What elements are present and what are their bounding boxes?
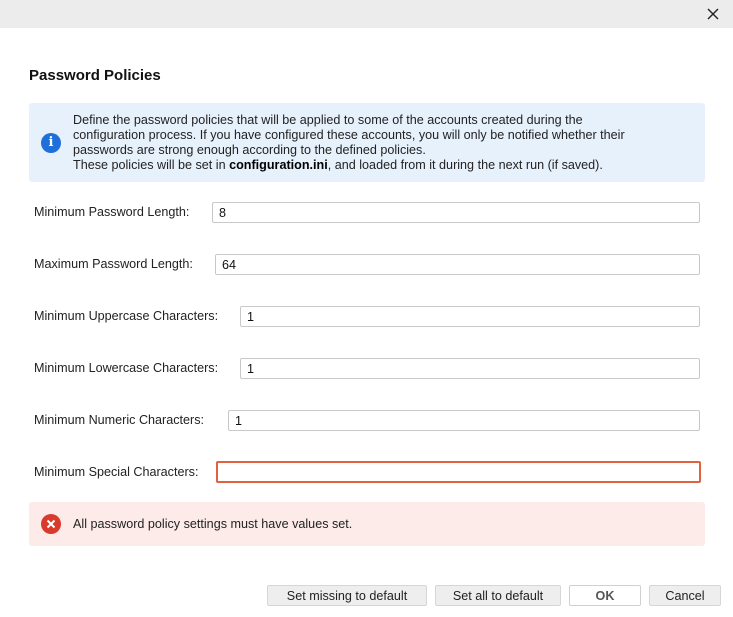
error-message: All password policy settings must have v… bbox=[73, 517, 353, 531]
min-special-label: Minimum Special Characters: bbox=[34, 465, 199, 479]
info-banner: i Define the password policies that will… bbox=[29, 103, 705, 182]
min-length-input[interactable] bbox=[212, 202, 700, 223]
close-icon bbox=[707, 8, 719, 20]
min-lowercase-label: Minimum Lowercase Characters: bbox=[34, 361, 219, 375]
ok-button[interactable]: OK bbox=[569, 585, 641, 606]
info-line-3: passwords are strong enough according to… bbox=[73, 143, 426, 157]
max-length-input[interactable] bbox=[215, 254, 700, 275]
info-line-4: These policies will be set in configurat… bbox=[73, 158, 693, 173]
min-numeric-label: Minimum Numeric Characters: bbox=[34, 413, 205, 427]
config-filename: configuration.ini bbox=[229, 158, 328, 172]
info-line-4-post: , and loaded from it during the next run… bbox=[327, 158, 603, 172]
set-missing-default-button[interactable]: Set missing to default bbox=[267, 585, 427, 606]
info-line-2: configuration process. If you have confi… bbox=[73, 128, 625, 142]
min-lowercase-input[interactable] bbox=[240, 358, 700, 379]
dialog-heading: Password Policies bbox=[29, 67, 161, 84]
error-x-icon bbox=[46, 519, 56, 529]
min-uppercase-input[interactable] bbox=[240, 306, 700, 327]
set-all-default-button[interactable]: Set all to default bbox=[435, 585, 561, 606]
info-line-1: Define the password policies that will b… bbox=[73, 113, 583, 127]
info-text: Define the password policies that will b… bbox=[73, 113, 693, 173]
min-uppercase-label: Minimum Uppercase Characters: bbox=[34, 309, 219, 323]
close-button[interactable] bbox=[703, 4, 723, 24]
cancel-button[interactable]: Cancel bbox=[649, 585, 721, 606]
error-banner: All password policy settings must have v… bbox=[29, 502, 705, 546]
min-length-label: Minimum Password Length: bbox=[34, 205, 190, 219]
info-line-4-pre: These policies will be set in bbox=[73, 158, 230, 172]
error-icon bbox=[41, 514, 61, 534]
title-bar bbox=[0, 0, 733, 28]
min-numeric-input[interactable] bbox=[228, 410, 700, 431]
min-special-input[interactable] bbox=[216, 461, 701, 483]
max-length-label: Maximum Password Length: bbox=[34, 257, 193, 271]
info-icon: i bbox=[41, 133, 61, 153]
